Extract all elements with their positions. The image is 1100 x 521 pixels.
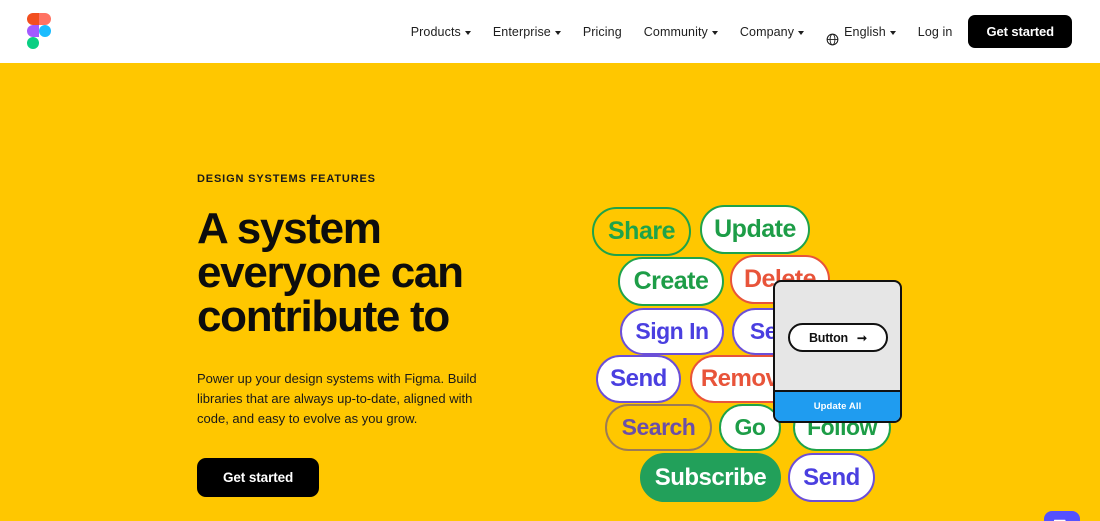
language-label: English bbox=[844, 24, 886, 39]
nav-item-company[interactable]: Company bbox=[729, 17, 815, 47]
language-selector[interactable]: English bbox=[815, 17, 907, 47]
nav-item-label: Pricing bbox=[582, 24, 622, 39]
chevron-down-icon bbox=[798, 30, 805, 35]
pill-label: Go bbox=[734, 414, 766, 440]
pill-label: Share bbox=[608, 217, 675, 245]
nav-item-community[interactable]: Community bbox=[633, 17, 729, 47]
pill-label: Update bbox=[714, 215, 796, 243]
nav-item-products[interactable]: Products bbox=[400, 17, 482, 47]
nav-item-label: Company bbox=[739, 24, 795, 39]
hero-eyebrow: DESIGN SYSTEMS FEATURES bbox=[197, 173, 376, 185]
hero-description: Power up your design systems with Figma.… bbox=[197, 371, 477, 427]
pill-search[interactable]: Search bbox=[605, 404, 712, 451]
pill-go[interactable]: Go bbox=[719, 404, 781, 451]
pill-subscribe[interactable]: Subscribe bbox=[640, 453, 781, 502]
nav-item-label: Enterprise bbox=[492, 24, 551, 39]
page-title: A system everyone can contribute to bbox=[197, 204, 464, 341]
site-header: Products Enterprise Pricing Community Co… bbox=[0, 0, 1100, 63]
chevron-down-icon bbox=[711, 30, 718, 35]
pill-label: Send bbox=[803, 463, 860, 491]
pill-label: Search bbox=[621, 414, 696, 440]
chevron-down-icon bbox=[464, 30, 471, 35]
nav-item-pricing[interactable]: Pricing bbox=[572, 17, 633, 47]
nav-item-label: Community bbox=[643, 24, 708, 39]
pill-send[interactable]: Send bbox=[596, 355, 681, 403]
chat-support-button[interactable] bbox=[1044, 511, 1080, 521]
arrow-right-icon: ➞ bbox=[857, 330, 868, 345]
pill-label: Send bbox=[610, 365, 667, 392]
header-get-started-button[interactable]: Get started bbox=[968, 15, 1072, 48]
update-all-button[interactable]: Update All bbox=[775, 390, 900, 421]
pill-send[interactable]: Send bbox=[788, 453, 875, 502]
pill-label: Sign In bbox=[635, 318, 709, 344]
modal-preview-button[interactable]: Button ➞ bbox=[788, 323, 888, 352]
globe-icon bbox=[826, 27, 839, 46]
nav-item-label: Products bbox=[410, 24, 461, 39]
pill-share[interactable]: Share bbox=[592, 207, 691, 256]
chat-bubbles-icon bbox=[1052, 517, 1072, 521]
chevron-down-icon bbox=[889, 30, 896, 35]
primary-navigation: Products Enterprise Pricing Community Co… bbox=[400, 0, 1072, 63]
hero-get-started-button[interactable]: Get started bbox=[197, 458, 320, 498]
pill-label: Subscribe bbox=[654, 463, 767, 491]
chevron-down-icon bbox=[554, 30, 561, 35]
login-label: Log in bbox=[917, 24, 953, 39]
nav-item-enterprise[interactable]: Enterprise bbox=[482, 17, 572, 47]
modal-body: Button ➞ bbox=[775, 282, 900, 392]
hero-section: DESIGN SYSTEMS FEATURES A system everyon… bbox=[0, 63, 1100, 521]
pill-sign-in[interactable]: Sign In bbox=[620, 308, 724, 355]
update-all-label: Update All bbox=[813, 401, 862, 412]
figma-logo-icon[interactable] bbox=[27, 13, 51, 49]
page-root: Products Enterprise Pricing Community Co… bbox=[0, 0, 1100, 521]
pill-update[interactable]: Update bbox=[700, 205, 810, 254]
pill-label: Create bbox=[633, 267, 709, 295]
pill-create[interactable]: Create bbox=[618, 257, 724, 306]
modal-button-label: Button bbox=[808, 330, 848, 345]
login-link[interactable]: Log in bbox=[907, 17, 969, 47]
component-modal: Button ➞ Update All bbox=[773, 280, 902, 423]
hero-copy: DESIGN SYSTEMS FEATURES A system everyon… bbox=[197, 173, 557, 498]
